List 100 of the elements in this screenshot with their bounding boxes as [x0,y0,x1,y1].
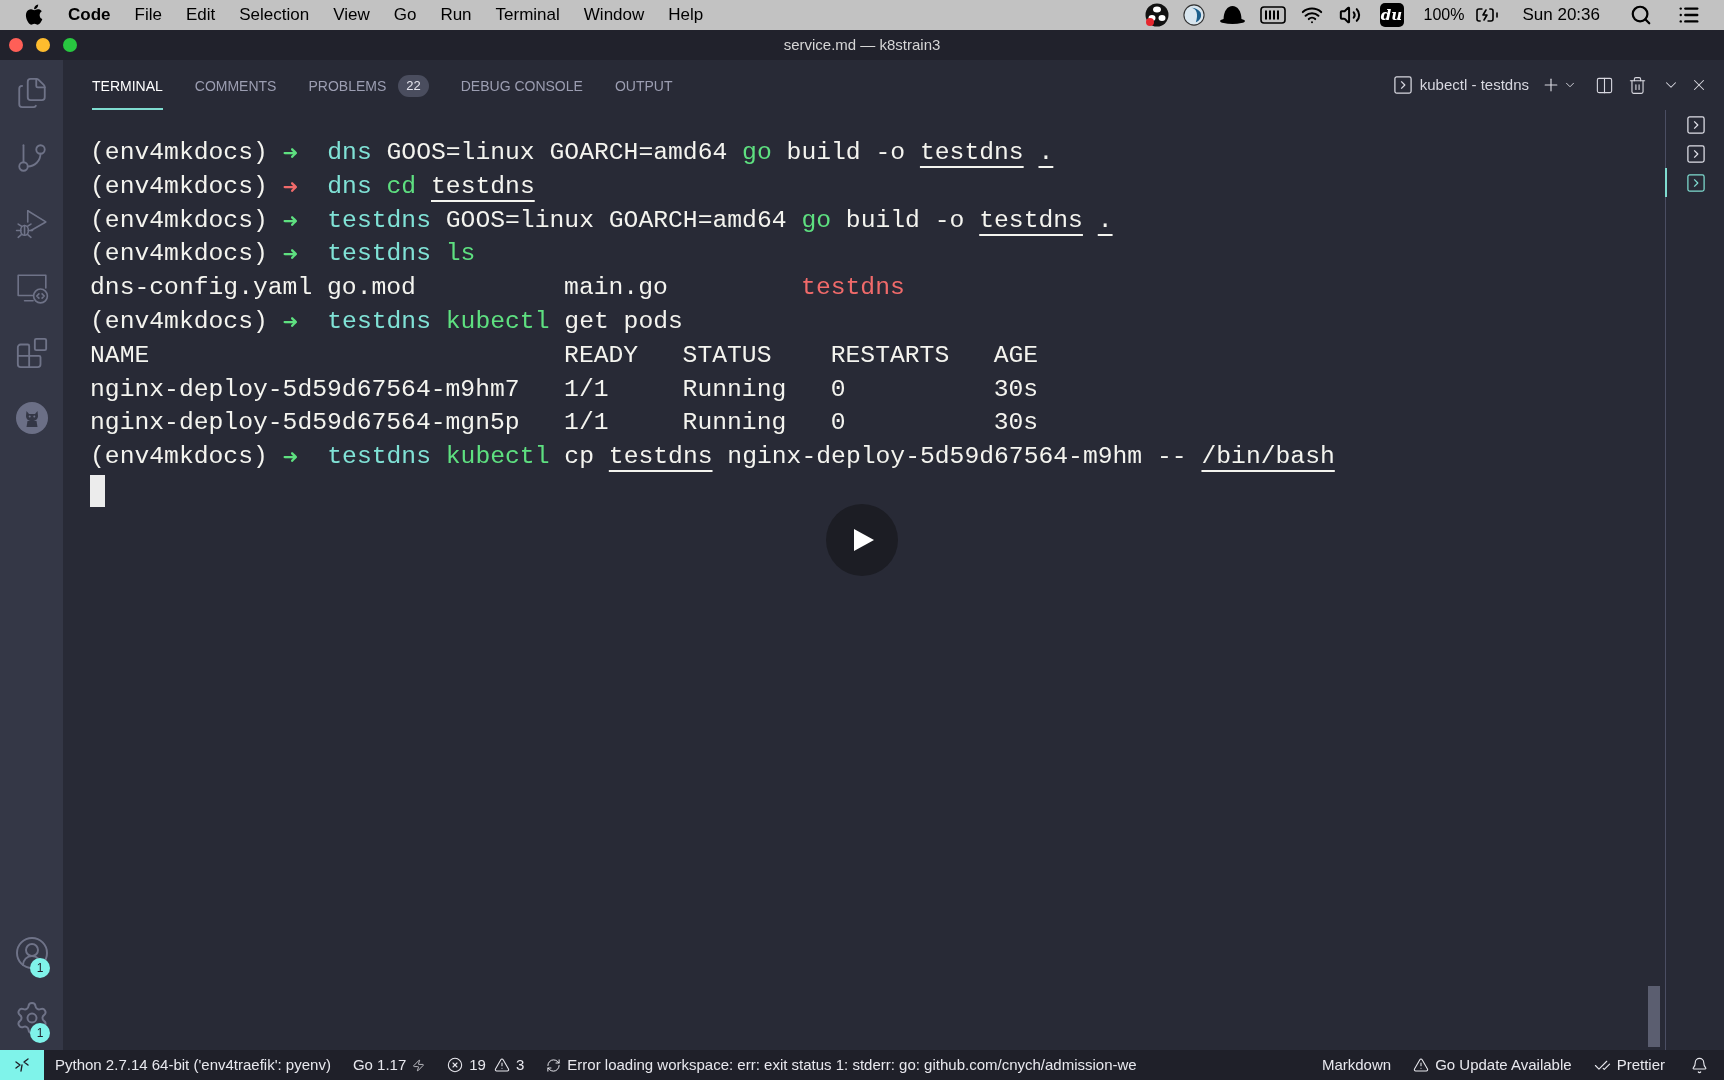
volume-icon[interactable] [1337,4,1362,26]
menu-item[interactable]: Selection [239,2,310,28]
crescent-disc-icon[interactable] [1182,4,1205,26]
sync-icon [546,1057,562,1073]
menu-item[interactable]: Edit [185,2,216,28]
battery-percent: 100% [1423,5,1465,25]
dome-icon[interactable] [1218,5,1246,25]
prompt-arrow: ➜ [282,140,298,165]
table-header-cell-text: RESTARTS [830,339,950,371]
command-name: go [801,205,831,234]
zoom-window-button[interactable] [63,38,77,52]
table-cell-text: 1/1 [564,407,609,439]
terminal-picker[interactable]: kubectl - testdns [1393,73,1529,97]
command-argument: get pods [564,307,683,335]
scrollbar-thumb[interactable] [1648,986,1660,1047]
split-icon[interactable] [1595,75,1614,95]
menu-clock[interactable]: Sun 20:36 [1522,2,1600,28]
table-cell-text: 0 [830,407,846,439]
menu-item[interactable]: Go [393,2,417,28]
zap-icon [412,1057,426,1073]
path-argument: . [1097,205,1113,234]
prompt-env: (env4mkdocs) [90,205,268,234]
table-header-cell-text: READY [564,339,639,371]
prompt-env: (env4mkdocs) [90,239,268,268]
table-header-cell-text: NAME [90,339,150,371]
panel-tab[interactable]: COMMENTS [194,64,277,110]
remote-button[interactable] [0,1050,44,1080]
menu-item[interactable]: Run [440,2,472,28]
minimize-window-button[interactable] [36,38,50,52]
prompt-directory: testdns [327,307,431,335]
menu-item[interactable]: Window [583,2,645,28]
search-icon[interactable] [1630,4,1652,26]
menu-item[interactable]: View [333,2,370,28]
command-argument: nginx-deploy-5d59d67564-m9hm -- [727,442,1187,471]
problems-button[interactable]: 19 3 [447,1053,525,1077]
command-argument: cp [564,442,594,471]
menu-item[interactable]: File [134,2,162,28]
prompt-arrow: ➜ [282,444,298,470]
warning-icon [1413,1057,1430,1073]
path-argument: testdns [608,442,713,471]
app-menu[interactable]: Code [68,2,111,28]
cat-icon [15,401,48,434]
path-argument: . [1038,138,1054,166]
play-icon [854,529,874,551]
panel-tab[interactable]: OUTPUT [614,64,673,110]
path-argument: /bin/bash [1201,442,1335,471]
prompt-arrow: ➜ [282,173,298,199]
command-name: kubectl [445,442,550,471]
trash-icon[interactable] [1628,75,1647,95]
prompt-directory: testdns [327,205,431,234]
disc-swirl-icon[interactable] [1144,3,1169,27]
table-cell-text: nginx-deploy-5d59d67564-mgn5p [90,407,520,439]
notification-badge: 1 [30,958,50,978]
executable-name: testdns [801,272,905,304]
table-cell-text: 30s [993,407,1039,439]
apple-logo-icon[interactable] [25,4,44,26]
app-tile[interactable]: du [1379,3,1404,27]
command-argument: build -o [845,205,965,234]
table-cell-text: 0 [830,373,846,405]
menu-item[interactable]: Help [668,2,704,28]
prompt-arrow: ➜ [282,309,298,334]
command-argument: GOOS=linux GOARCH=amd64 [386,138,728,166]
warning-icon [493,1057,510,1073]
prompt-env: (env4mkdocs) [90,171,268,200]
table-cell-text: nginx-deploy-5d59d67564-m9hm7 [90,373,520,405]
command-name: kubectl [445,307,550,335]
terminal-icon [1686,144,1705,163]
prompt-arrow: ➜ [282,241,298,267]
panel-tab[interactable]: DEBUG CONSOLE [460,64,583,110]
table-cell-text: Running [682,407,787,439]
menu-item[interactable]: Terminal [495,2,560,28]
accounts-button[interactable]: 1 [0,920,63,985]
prompt-env: (env4mkdocs) [90,138,268,166]
terminal-icon [1686,173,1705,192]
workspace-status[interactable]: Error loading workspace: err: exit status 1: stderr: go: github.com/cnych/admission-we [546,1053,1137,1077]
bell-icon [1691,1056,1708,1074]
panel-tab[interactable]: TERMINAL [92,64,163,110]
error-icon [447,1057,464,1073]
prompt-directory: testdns [327,239,431,268]
file-name: main.go [564,272,668,304]
formatter-status[interactable]: Prettier [1593,1053,1665,1077]
command-argument: build -o [786,138,906,166]
update-notice[interactable]: Go Update Available [1413,1053,1572,1077]
remote-icon [14,1057,30,1073]
panel-tab[interactable]: PROBLEMS 22 [308,64,429,110]
go-version[interactable]: Go 1.17 [352,1053,426,1077]
path-argument: testdns [431,171,535,200]
prompt-env: (env4mkdocs) [90,442,268,471]
table-header-cell-text: STATUS [682,339,772,371]
file-name: dns-config.yaml [90,272,313,304]
terminal-icon [1686,115,1705,134]
settings-button[interactable]: 1 [0,985,63,1050]
table-header-cell-text: AGE [993,339,1039,371]
close-window-button[interactable] [9,38,23,52]
notifications-button[interactable] [1691,1056,1708,1074]
gauge-bars-icon[interactable] [1259,6,1286,24]
count-badge: 22 [398,75,429,97]
command-name: go [742,138,772,166]
language-mode[interactable]: Markdown [1321,1053,1392,1077]
python-interpreter[interactable]: Python 2.7.14 64-bit ('env4traefik': pyenv) [55,1053,331,1077]
